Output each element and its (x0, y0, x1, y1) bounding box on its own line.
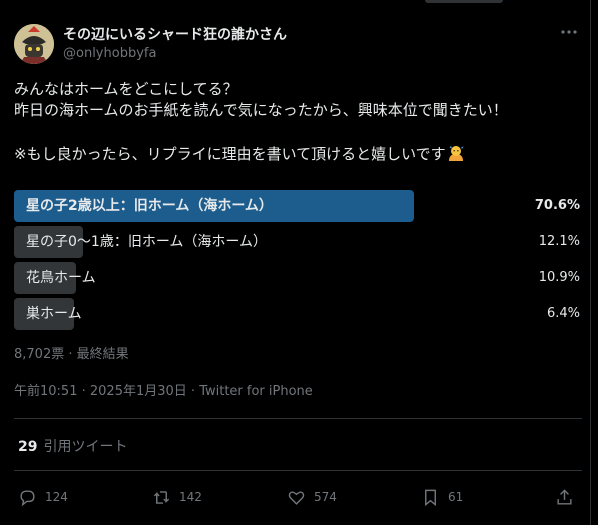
tweet-line: ※もし良かったら、リプライに理由を書いて頂けると嬉しいです (14, 145, 446, 163)
poll-summary: 8,702票 · 最終結果 (14, 347, 129, 362)
action-bar: 124 142 574 61 (14, 482, 582, 512)
retweet-count: 142 (179, 490, 202, 504)
poll-option: 巣ホーム 6.4% (14, 298, 582, 330)
poll-option-percent: 10.9% (538, 270, 580, 285)
bookmark-icon (425, 489, 436, 506)
tweet-line-with-emoji: ※もし良かったら、リプライに理由を書いて頂けると嬉しいです (14, 144, 584, 165)
reply-icon (20, 489, 35, 506)
share-icon (557, 488, 572, 505)
poll-option: 花鳥ホーム 10.9% (14, 262, 582, 294)
quote-label: 引用ツイート (43, 439, 128, 455)
like-count: 574 (314, 490, 337, 504)
bookmark-count: 61 (448, 490, 464, 504)
tweet-time[interactable]: 午前10:51 (14, 384, 77, 399)
like-icon (288, 490, 305, 505)
poll-option-percent: 6.4% (546, 306, 580, 321)
retweet-icon (153, 490, 170, 504)
reply-button[interactable]: 124 (18, 482, 68, 512)
share-button[interactable] (555, 482, 574, 512)
reply-count: 124 (45, 490, 68, 504)
poll-option: 星の子0〜1歳：旧ホーム（海ホーム） 12.1% (14, 226, 582, 258)
poll-option-percent: 70.6% (534, 198, 580, 213)
display-name[interactable]: その辺にいるシャード狂の誰かさん (63, 24, 287, 44)
tweet-header: その辺にいるシャード狂の誰かさん @onlyhobbyfa (14, 20, 582, 64)
more-icon[interactable] (558, 24, 580, 40)
divider (14, 418, 582, 419)
quote-count: 29 (18, 439, 38, 455)
quote-tweets-link[interactable]: 29 引用ツイート (18, 436, 127, 456)
tweet-meta: 午前10:51 · 2025年1月30日 · Twitter for iPhon… (14, 384, 313, 399)
poll-option-label: 花鳥ホーム (26, 270, 96, 286)
tweet-line: みんなはホームをどこにしてる？ (14, 80, 238, 98)
right-border (590, 0, 591, 525)
poll-option: 星の子2歳以上：旧ホーム（海ホーム） 70.6% (14, 190, 582, 222)
retweet-button[interactable]: 142 (152, 482, 202, 512)
poll: 星の子2歳以上：旧ホーム（海ホーム） 70.6% 星の子0〜1歳：旧ホーム（海ホーム… (14, 190, 582, 334)
tweet-date[interactable]: 2025年1月30日 (90, 384, 187, 399)
top-edge-tab (425, 0, 503, 3)
poll-option-label: 星の子2歳以上：旧ホーム（海ホーム） (26, 198, 273, 214)
bookmark-button[interactable]: 61 (421, 482, 463, 512)
poll-option-label: 星の子0〜1歳：旧ホーム（海ホーム） (26, 234, 267, 250)
user-handle[interactable]: @onlyhobbyfa (63, 46, 156, 61)
sweat-emoji (447, 144, 465, 162)
divider (14, 470, 582, 471)
tweet-source: Twitter for iPhone (199, 384, 313, 399)
poll-option-label: 巣ホーム (26, 306, 82, 322)
avatar-image (14, 24, 54, 64)
avatar[interactable] (14, 24, 54, 64)
tweet-text: みんなはホームをどこにしてる？ 昨日の海ホームのお手紙を読んで気になったから、興… (14, 79, 584, 165)
poll-option-percent: 12.1% (538, 234, 580, 249)
like-button[interactable]: 574 (287, 482, 337, 512)
tweet-line: 昨日の海ホームのお手紙を読んで気になったから、興味本位で聞きたい！ (14, 101, 508, 119)
